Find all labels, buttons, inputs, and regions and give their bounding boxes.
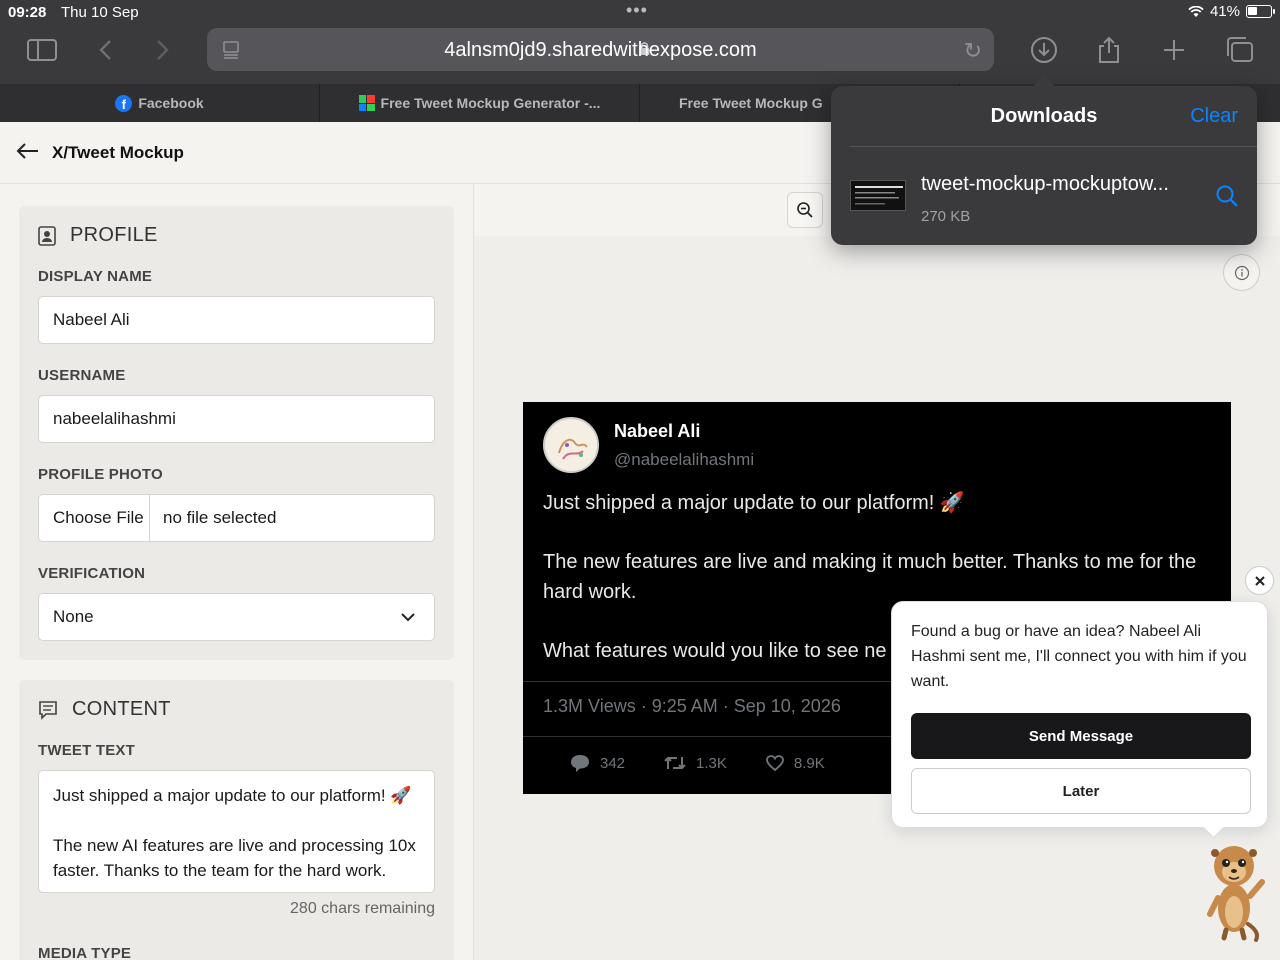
- battery-percent: 41%: [1209, 3, 1240, 20]
- new-tab-icon[interactable]: [1158, 34, 1190, 66]
- tab-facebook[interactable]: f Facebook: [0, 84, 320, 122]
- tab-label: Facebook: [138, 95, 204, 111]
- avatar: [543, 417, 599, 473]
- tab-label: Free Tweet Mockup Generator -...: [380, 95, 601, 111]
- tab-tweet-mockup-generator[interactable]: Free Tweet Mockup Generator -...: [320, 84, 640, 122]
- tweet-paragraph: Just shipped a major update to our platf…: [543, 492, 965, 514]
- display-name-label: DISPLAY NAME: [38, 268, 153, 285]
- divider: [850, 146, 1257, 147]
- tweet-meta: 1.3M Views · 9:25 AM · Sep 10, 2026: [543, 696, 841, 716]
- download-thumbnail: [850, 180, 906, 211]
- file-status-text: no file selected: [163, 508, 277, 527]
- share-icon[interactable]: [1093, 34, 1125, 66]
- tabs-overview-icon[interactable]: [1224, 34, 1256, 66]
- info-button[interactable]: [1223, 254, 1260, 291]
- forward-nav-icon[interactable]: [147, 34, 179, 66]
- downloads-popover: Downloads Clear tweet-mockup-mockuptow..…: [831, 86, 1257, 245]
- status-right: 41%: [1188, 3, 1275, 20]
- page-title: X/Tweet Mockup: [52, 143, 184, 162]
- heart-icon: [765, 755, 784, 772]
- choose-file-button[interactable]: Choose File: [39, 495, 150, 541]
- magnifier-icon[interactable]: [1215, 184, 1239, 208]
- display-name-input[interactable]: Nabeel Ali: [38, 296, 435, 344]
- profile-section-title: PROFILE: [70, 224, 158, 246]
- profile-photo-label: PROFILE PHOTO: [38, 466, 163, 483]
- verification-value: None: [53, 607, 94, 626]
- close-icon: [1254, 575, 1265, 586]
- tweet-text-line: Just shipped a major update to our platf…: [53, 786, 412, 805]
- tweet-author-handle: @nabeelalihashmi: [614, 450, 755, 469]
- username-input[interactable]: nabeelalihashmi: [38, 395, 435, 443]
- battery-icon: [1246, 5, 1275, 18]
- status-bar: 09:28 Thu 10 Sep ••• 41%: [0, 0, 1280, 24]
- retweet-count: 1.3K: [696, 754, 727, 772]
- reply-stat: 342: [569, 753, 625, 773]
- url-text: 4alnsm0jd9.sharedwithexpose.com: [444, 39, 757, 61]
- site-favicon-icon: [358, 95, 375, 111]
- tweet-author-name: Nabeel Ali: [614, 421, 701, 441]
- like-count: 8.9K: [793, 754, 825, 772]
- profile-photo-input[interactable]: Choose File no file selected: [38, 494, 435, 542]
- feedback-popup: Found a bug or have an idea? Nabeel Ali …: [891, 601, 1268, 828]
- tweet-paragraph: The new features are live and making it …: [543, 551, 1197, 603]
- close-feedback-button[interactable]: [1245, 566, 1274, 595]
- address-bar[interactable]: 4alnsm0jd9.sharedwithexpose.com ↻: [207, 28, 994, 71]
- profile-card-icon: [38, 225, 56, 246]
- back-arrow-icon[interactable]: [16, 140, 40, 166]
- tweet-text-input[interactable]: Just shipped a major update to our platf…: [38, 770, 435, 893]
- feedback-message: Found a bug or have an idea? Nabeel Ali …: [911, 623, 1247, 690]
- browser-chrome: 09:28 Thu 10 Sep ••• 41% 4alnsm0jd9.shar…: [0, 0, 1280, 84]
- verification-label: VERIFICATION: [38, 565, 146, 582]
- later-button[interactable]: Later: [911, 768, 1251, 814]
- send-message-button[interactable]: Send Message: [911, 713, 1251, 759]
- sidebar-icon[interactable]: [26, 34, 58, 66]
- tweet-text-label: TWEET TEXT: [38, 742, 135, 759]
- content-section-title: CONTENT: [72, 698, 171, 720]
- chevron-down-icon: [401, 613, 415, 622]
- status-time: 09:28: [8, 4, 47, 21]
- meerkat-mascot-icon[interactable]: [1200, 836, 1270, 942]
- download-file-size: 270 KB: [921, 208, 971, 225]
- multitask-dots-icon[interactable]: •••: [626, 0, 648, 21]
- reply-count: 342: [600, 754, 626, 772]
- retweet-icon: [664, 756, 686, 770]
- like-stat: 8.9K: [765, 753, 825, 773]
- content-section-header: CONTENT: [38, 698, 171, 721]
- wifi-icon: [1188, 5, 1204, 17]
- info-icon: [1234, 265, 1249, 280]
- facebook-icon: f: [115, 94, 133, 112]
- zoom-out-icon: [797, 202, 813, 218]
- profile-section-header: PROFILE: [38, 224, 158, 247]
- media-type-label: MEDIA TYPE: [38, 945, 132, 960]
- reload-icon[interactable]: ↻: [964, 38, 982, 64]
- tweet-text-line: The new AI features are live and process…: [53, 836, 416, 880]
- chars-remaining: 280 chars remaining: [290, 900, 435, 917]
- back-nav-icon[interactable]: [89, 34, 121, 66]
- download-file-name[interactable]: tweet-mockup-mockuptow...: [921, 173, 1169, 196]
- zoom-out-button[interactable]: [787, 192, 823, 228]
- status-date: Thu 10 Sep: [61, 4, 139, 21]
- verification-select[interactable]: None: [38, 593, 435, 641]
- username-label: USERNAME: [38, 367, 126, 384]
- tweet-stats: 342 1.3K 8.9K: [569, 753, 825, 773]
- clear-downloads-button[interactable]: Clear: [1190, 105, 1238, 128]
- tab-label: Free Tweet Mockup G: [679, 95, 823, 111]
- message-icon: [39, 700, 57, 720]
- reply-icon: [571, 755, 589, 772]
- downloads-icon[interactable]: [1028, 34, 1060, 66]
- retweet-stat: 1.3K: [663, 753, 727, 773]
